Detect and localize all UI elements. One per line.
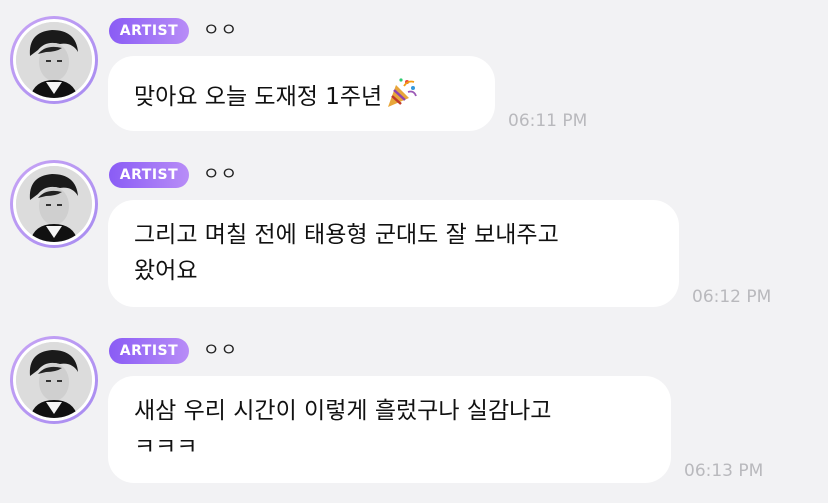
sender-name: ㅇㅇ [203, 20, 239, 41]
chat-message: ARTIST ㅇㅇ 그리고 며칠 전에 태용형 군대도 잘 보내주고 왔어요 0… [0, 160, 828, 310]
profile-photo [16, 166, 92, 242]
sender-name: ㅇㅇ [203, 164, 239, 185]
chat-message: ARTIST ㅇㅇ 맞아요 오늘 도재정 1주년 06:11 PM [0, 16, 828, 136]
message-text: 새삼 우리 시간이 이렇게 흘렀구나 실감나고 ㅋㅋㅋ [134, 398, 552, 460]
timestamp: 06:11 PM [508, 111, 588, 131]
artist-badge: ARTIST [109, 162, 189, 188]
timestamp: 06:13 PM [684, 461, 764, 481]
sender-name: ㅇㅇ [203, 340, 239, 361]
profile-photo [16, 342, 92, 418]
message-bubble: 새삼 우리 시간이 이렇게 흘렀구나 실감나고 ㅋㅋㅋ [108, 376, 671, 483]
avatar[interactable] [10, 336, 98, 424]
avatar[interactable] [10, 16, 98, 104]
party-popper-icon [384, 76, 418, 121]
message-text: 맞아요 오늘 도재정 1주년 [134, 84, 383, 110]
message-text: 그리고 며칠 전에 태용형 군대도 잘 보내주고 왔어요 [134, 222, 559, 284]
timestamp: 06:12 PM [692, 287, 772, 307]
artist-badge: ARTIST [109, 338, 189, 364]
message-bubble: 맞아요 오늘 도재정 1주년 [108, 56, 495, 131]
message-bubble: 그리고 며칠 전에 태용형 군대도 잘 보내주고 왔어요 [108, 200, 679, 307]
avatar[interactable] [10, 160, 98, 248]
chat-message: ARTIST ㅇㅇ 새삼 우리 시간이 이렇게 흘렀구나 실감나고 ㅋㅋㅋ 06… [0, 336, 828, 486]
profile-photo [16, 22, 92, 98]
artist-badge: ARTIST [109, 18, 189, 44]
